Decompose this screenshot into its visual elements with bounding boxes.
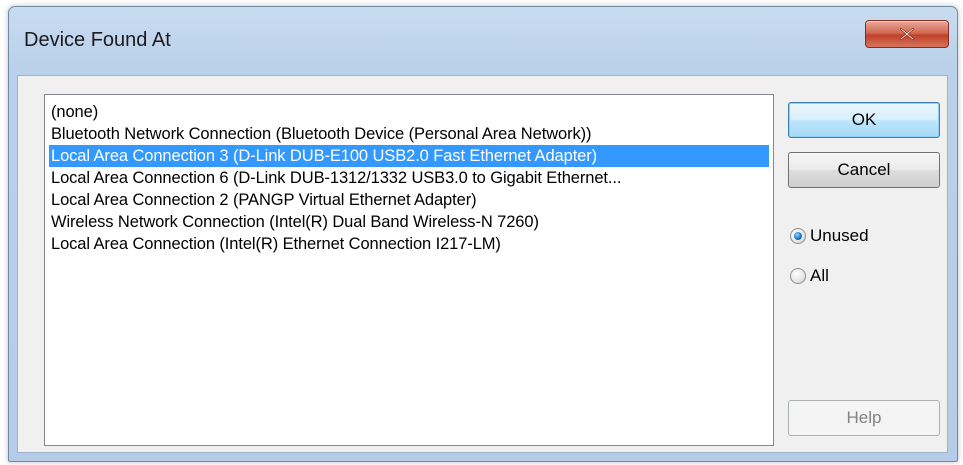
close-icon	[899, 27, 915, 41]
list-item-local-area-connection[interactable]: Local Area Connection (Intel(R) Ethernet…	[49, 233, 769, 255]
dialog-content: (none) Bluetooth Network Connection (Blu…	[17, 75, 948, 453]
radio-unused-label: Unused	[810, 226, 869, 245]
help-button[interactable]: Help	[788, 400, 940, 436]
radio-all-option[interactable]: All	[790, 264, 829, 288]
ok-button[interactable]: OK	[788, 102, 940, 138]
device-found-at-dialog: Device Found At (none) Bluetooth Network…	[8, 6, 958, 462]
list-item-bluetooth[interactable]: Bluetooth Network Connection (Bluetooth …	[49, 123, 769, 145]
radio-unused-option[interactable]: Unused	[790, 224, 869, 248]
list-item-wireless[interactable]: Wireless Network Connection (Intel(R) Du…	[49, 211, 769, 233]
device-listbox[interactable]: (none) Bluetooth Network Connection (Blu…	[44, 94, 774, 446]
cancel-button[interactable]: Cancel	[788, 152, 940, 188]
list-item-local-area-connection-6[interactable]: Local Area Connection 6 (D-Link DUB-1312…	[49, 167, 769, 189]
list-item-none[interactable]: (none)	[49, 101, 769, 123]
radio-all-label: All	[810, 266, 829, 285]
dialog-title: Device Found At	[24, 29, 171, 51]
list-item-local-area-connection-2[interactable]: Local Area Connection 2 (PANGP Virtual E…	[49, 189, 769, 211]
list-item-local-area-connection-3[interactable]: Local Area Connection 3 (D-Link DUB-E100…	[49, 145, 769, 167]
close-button[interactable]	[865, 20, 949, 48]
radio-all-indicator[interactable]	[790, 268, 806, 284]
radio-unused-indicator[interactable]	[790, 228, 806, 244]
